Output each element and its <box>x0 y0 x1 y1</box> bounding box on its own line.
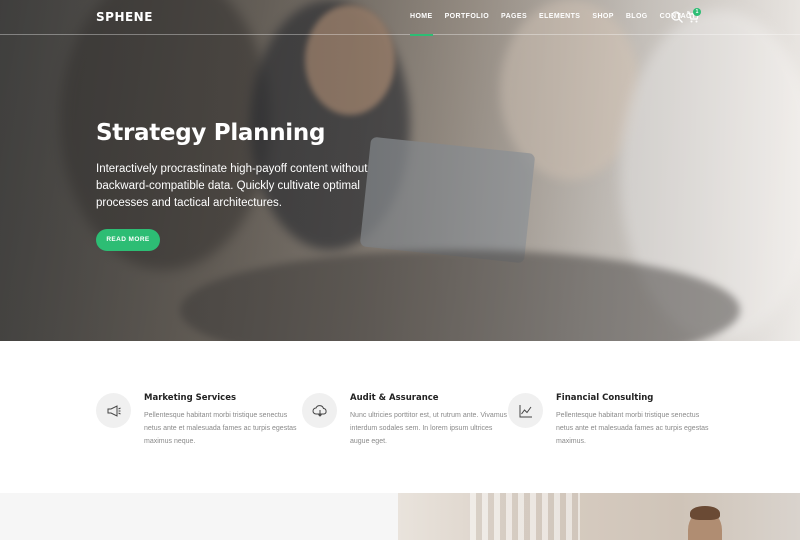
megaphone-icon <box>107 404 121 417</box>
section-photo-window <box>470 493 580 540</box>
read-more-button[interactable]: READ MORE <box>96 229 160 251</box>
hero-title: Strategy Planning <box>96 120 326 146</box>
services-section: Marketing Services Pellentesque habitant… <box>0 341 800 493</box>
service-title: Financial Consulting <box>556 393 654 403</box>
service-text: Pellentesque habitant morbi tristique se… <box>556 412 709 445</box>
nav-elements[interactable]: ELEMENTS <box>539 13 580 20</box>
main-nav: HOME PORTFOLIO PAGES ELEMENTS SHOP BLOG … <box>410 13 708 36</box>
hero-content: Strategy Planning Interactively procrast… <box>96 120 396 251</box>
next-section <box>0 493 800 540</box>
service-icon-circle <box>96 393 131 428</box>
service-icon-circle <box>302 393 337 428</box>
cloud-icon <box>312 404 327 417</box>
nav-home[interactable]: HOME <box>410 13 433 36</box>
hero-description: Interactively procrastinate high-payoff … <box>96 163 368 209</box>
service-text: Nunc ultricies porttitor est, ut rutrum … <box>350 412 508 445</box>
nav-shop[interactable]: SHOP <box>592 13 613 20</box>
line-chart-icon <box>519 404 532 417</box>
service-text: Pellentesque habitant morbi tristique se… <box>144 412 297 445</box>
nav-blog[interactable]: BLOG <box>626 13 648 20</box>
service-icon-circle <box>508 393 543 428</box>
nav-portfolio[interactable]: PORTFOLIO <box>445 13 489 20</box>
search-icon[interactable] <box>670 10 684 24</box>
section-photo-person-hair <box>690 506 720 520</box>
nav-pages[interactable]: PAGES <box>501 13 527 20</box>
service-title: Audit & Assurance <box>350 393 439 403</box>
section-photo <box>398 493 800 540</box>
service-title: Marketing Services <box>144 393 237 403</box>
cart-count-badge: 1 <box>693 8 701 16</box>
site-logo[interactable]: SPHENE <box>96 10 153 24</box>
site-header: SPHENE HOME PORTFOLIO PAGES ELEMENTS SHO… <box>0 0 800 36</box>
